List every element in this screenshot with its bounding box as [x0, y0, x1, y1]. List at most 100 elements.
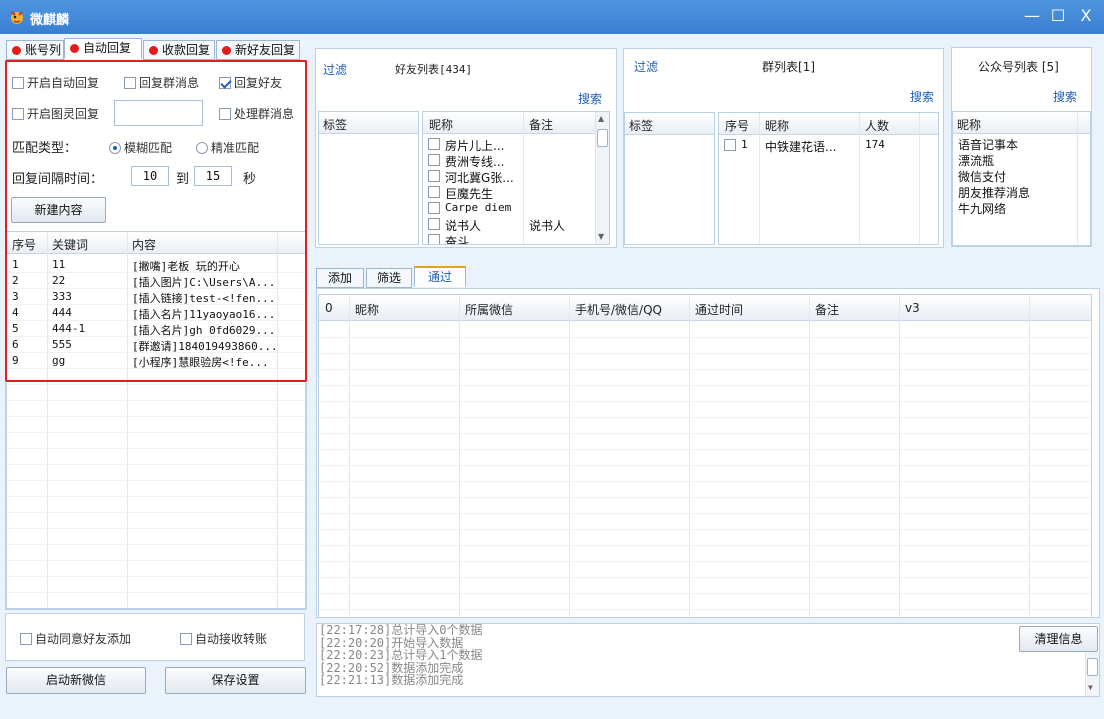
- log-scrollbar[interactable]: ▼: [1085, 652, 1099, 696]
- checkbox-label: 开启自动回复: [27, 76, 100, 90]
- checkbox-box[interactable]: [428, 218, 440, 230]
- pass-col-remark[interactable]: 备注: [815, 301, 839, 318]
- col-header-index[interactable]: 序号: [12, 236, 36, 253]
- tab-pass[interactable]: 通过: [414, 266, 466, 287]
- tab-add[interactable]: 添加: [316, 268, 364, 288]
- group-search-link[interactable]: 搜索: [910, 88, 934, 105]
- group-col-count[interactable]: 人数: [865, 117, 889, 134]
- interval-from-input[interactable]: 10: [131, 166, 169, 186]
- table-row[interactable]: 4 444 [插入名片]11yaoyao16...: [7, 305, 305, 321]
- handle-group-checkbox[interactable]: 处理群消息: [219, 105, 294, 122]
- list-item[interactable]: 费洲专线...: [423, 152, 609, 169]
- list-item[interactable]: 漂流瓶: [953, 152, 1090, 169]
- checkbox-box[interactable]: [428, 138, 440, 150]
- tab-new-friend-reply[interactable]: 新好友回复: [216, 40, 300, 60]
- start-new-wechat-button[interactable]: 启动新微信: [6, 667, 146, 694]
- interval-to-label: 到: [176, 172, 190, 187]
- checkbox-box[interactable]: [428, 202, 440, 214]
- list-item[interactable]: 微信支付: [953, 168, 1090, 185]
- table-row[interactable]: 2 22 [插入图片]C:\Users\A...: [7, 273, 305, 289]
- scroll-down-icon[interactable]: ▼: [598, 232, 604, 241]
- scroll-up-icon[interactable]: ▲: [598, 114, 604, 123]
- minimize-icon[interactable]: —: [1022, 6, 1042, 26]
- pass-col-v3[interactable]: v3: [905, 301, 920, 315]
- friend-nickname: 奋斗: [445, 235, 470, 245]
- friend-col-remark[interactable]: 备注: [529, 116, 553, 133]
- pass-col-wechat[interactable]: 所属微信: [465, 301, 513, 318]
- reply-group-checkbox[interactable]: 回复群消息: [124, 74, 199, 91]
- table-row[interactable]: 6 555 [群邀请]184019493860...: [7, 337, 305, 353]
- checkbox-box[interactable]: [428, 234, 440, 244]
- checkbox-box: [180, 632, 192, 645]
- auto-receive-transfer-checkbox[interactable]: 自动接收转账: [180, 630, 267, 647]
- pass-col-phone[interactable]: 手机号/微信/QQ: [575, 301, 662, 318]
- new-content-button[interactable]: 新建内容: [11, 197, 106, 223]
- friend-filter-link[interactable]: 过滤: [323, 61, 347, 78]
- col-header-keyword[interactable]: 关键词: [52, 236, 88, 253]
- list-item[interactable]: 河北冀G张...: [423, 168, 609, 185]
- pass-col-index[interactable]: 0: [325, 301, 333, 315]
- radio-circle: [109, 141, 121, 154]
- tab-filter[interactable]: 筛选: [366, 268, 412, 288]
- official-nickname: 朋友推荐消息: [958, 186, 1031, 200]
- checkbox-box: [219, 107, 231, 120]
- checkbox-label: 自动接收转账: [195, 632, 268, 646]
- clear-info-button[interactable]: 清理信息: [1019, 626, 1098, 652]
- list-item[interactable]: 说书人 说书人: [423, 216, 609, 233]
- group-table: 序号 昵称 人数 1 中铁建花语... 174: [718, 112, 939, 245]
- checkbox-box[interactable]: [428, 186, 440, 198]
- auto-accept-friend-checkbox[interactable]: 自动同意好友添加: [20, 630, 131, 647]
- radio-label: 精准匹配: [211, 141, 260, 155]
- checkbox-box[interactable]: [428, 170, 440, 182]
- exact-match-radio[interactable]: 精准匹配: [196, 139, 259, 156]
- official-search-link[interactable]: 搜索: [1053, 88, 1077, 105]
- table-cell: 444-1: [52, 322, 86, 335]
- fuzzy-match-radio[interactable]: 模糊匹配: [109, 139, 172, 156]
- table-row[interactable]: 1 11 [撇嘴]老板 玩的开心: [7, 257, 305, 273]
- list-item[interactable]: 奋斗: [423, 232, 609, 245]
- group-col-nickname[interactable]: 昵称: [765, 117, 789, 134]
- checkbox-label: 自动同意好友添加: [35, 632, 132, 646]
- list-item[interactable]: 房片儿上...: [423, 136, 609, 153]
- keyword-table: 序号 关键词 内容 1 11 [撇嘴]老板 玩的开心 2 22 [插入图片]C:\User…: [6, 231, 306, 609]
- pass-col-pass-time[interactable]: 通过时间: [695, 301, 743, 318]
- scroll-thumb[interactable]: [1087, 658, 1098, 676]
- list-item[interactable]: 牛九网络: [953, 200, 1090, 217]
- save-settings-button[interactable]: 保存设置: [165, 667, 306, 694]
- scroll-thumb[interactable]: [597, 129, 608, 147]
- maximize-icon[interactable]: ☐: [1048, 6, 1068, 26]
- checkbox-box[interactable]: [724, 139, 736, 151]
- reply-friend-checkbox[interactable]: 回复好友: [219, 74, 282, 91]
- table-row[interactable]: 5 444-1 [插入名片]gh_0fd6029...: [7, 321, 305, 337]
- tab-payment-reply[interactable]: 收款回复: [143, 40, 215, 60]
- open-auto-reply-checkbox[interactable]: 开启自动回复: [12, 74, 99, 91]
- list-item[interactable]: 巨魔先生: [423, 184, 609, 201]
- table-row[interactable]: 9 gg [小程序]慧眼验房<!fe...: [7, 353, 305, 369]
- list-item[interactable]: 朋友推荐消息: [953, 184, 1090, 201]
- list-item[interactable]: 语音记事本: [953, 136, 1090, 153]
- col-header-content[interactable]: 内容: [132, 236, 156, 253]
- friend-search-link[interactable]: 搜索: [578, 90, 602, 107]
- keyword-table-header: 序号 关键词 内容: [7, 232, 305, 254]
- tab-auto-reply[interactable]: 自动回复: [64, 38, 142, 59]
- table-cell: 555: [52, 338, 72, 351]
- open-tuling-checkbox[interactable]: 开启图灵回复: [12, 105, 99, 122]
- tuling-key-input[interactable]: [114, 100, 203, 126]
- pass-col-nickname[interactable]: 昵称: [355, 301, 379, 318]
- scroll-down-icon[interactable]: ▼: [1088, 682, 1093, 695]
- close-icon[interactable]: X: [1076, 6, 1096, 26]
- table-cell: 333: [52, 290, 72, 303]
- list-item[interactable]: 1 中铁建花语... 174: [719, 137, 938, 154]
- interval-to-input[interactable]: 15: [194, 166, 232, 186]
- group-col-index[interactable]: 序号: [725, 117, 749, 134]
- checkbox-box[interactable]: [428, 154, 440, 166]
- group-filter-link[interactable]: 过滤: [634, 58, 658, 75]
- tab-account-list[interactable]: 账号列: [6, 40, 64, 60]
- official-col-nickname[interactable]: 昵称: [957, 116, 981, 133]
- table-row[interactable]: 3 333 [插入链接]test-<!fen...: [7, 289, 305, 305]
- list-item[interactable]: Carpe diem: [423, 200, 609, 217]
- friend-col-nickname[interactable]: 昵称: [429, 116, 453, 133]
- friend-scrollbar[interactable]: ▲ ▼: [595, 112, 609, 244]
- table-cell: 中铁建花语...: [765, 140, 837, 154]
- checkbox-box: [20, 632, 32, 645]
